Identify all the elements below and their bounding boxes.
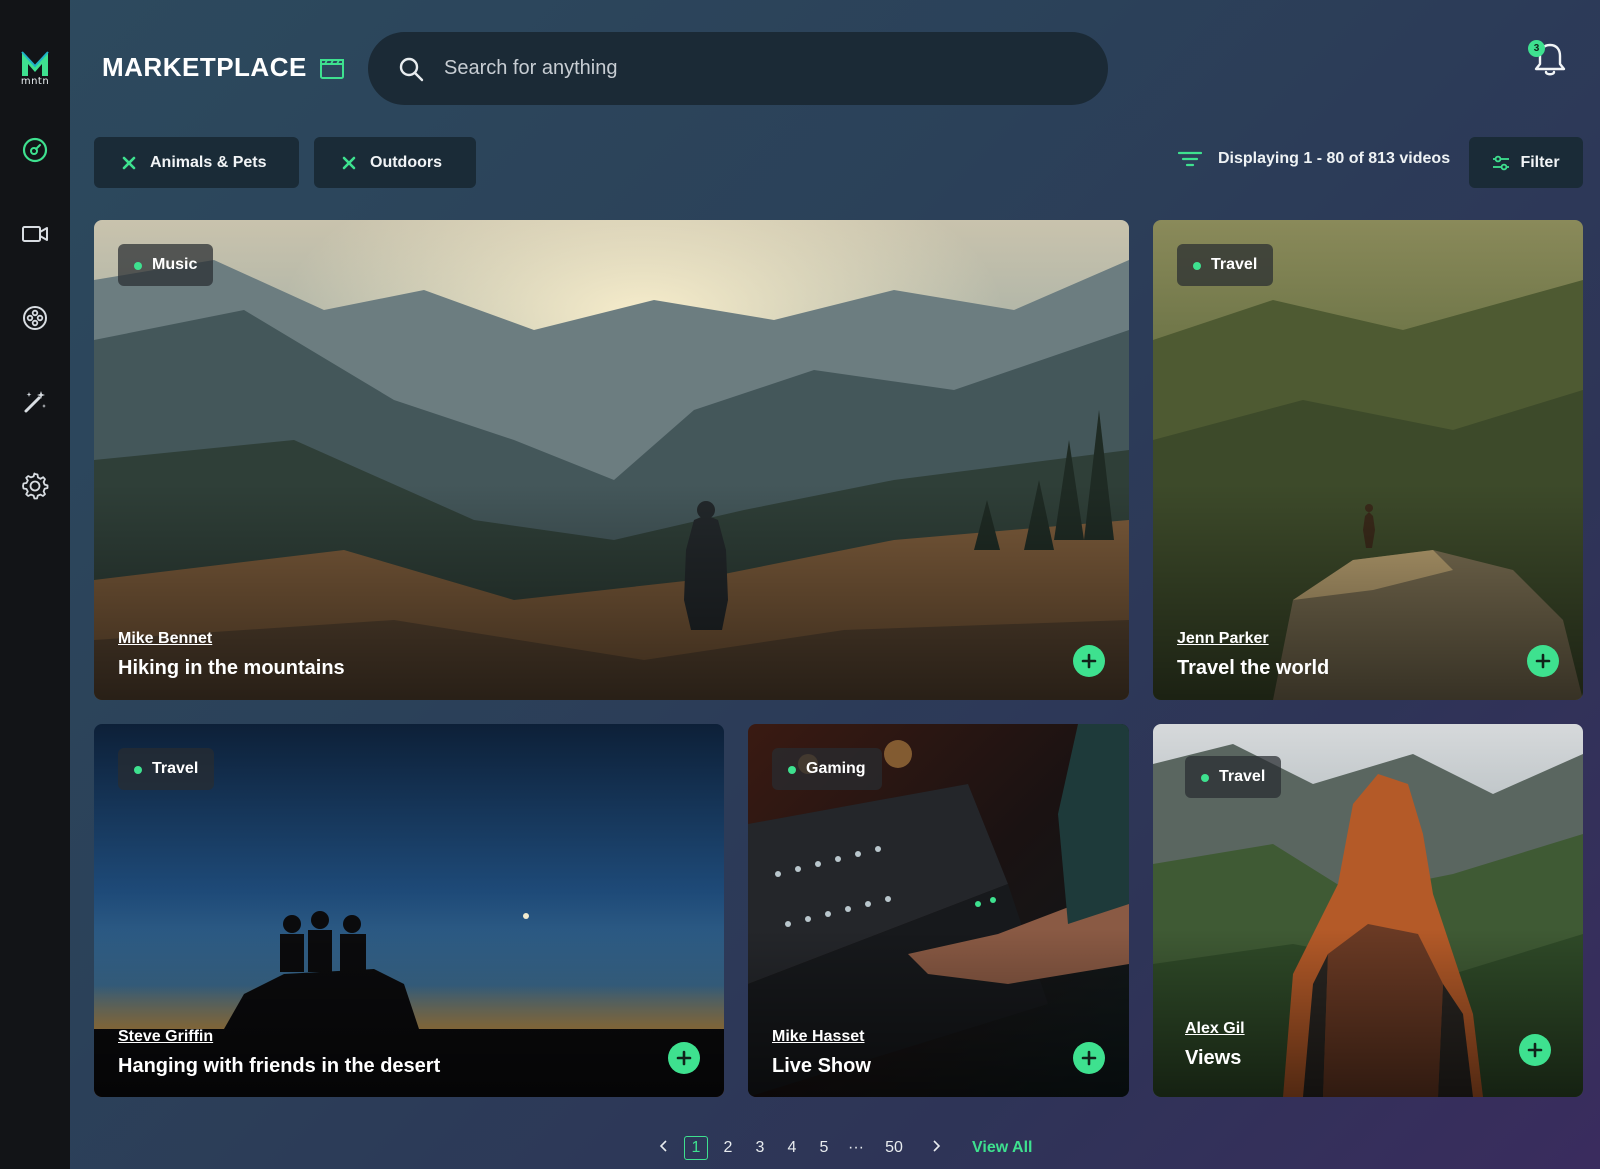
video-card[interactable]: Travel Alex Gil Views xyxy=(1153,724,1583,1097)
chevron-left-icon xyxy=(659,1140,667,1152)
video-card[interactable]: Gaming Mike Hasset Live Show xyxy=(748,724,1129,1097)
page-button-current[interactable]: 1 xyxy=(684,1136,708,1160)
page-button[interactable]: 3 xyxy=(744,1139,776,1157)
page-button[interactable]: 4 xyxy=(776,1139,808,1157)
plus-icon xyxy=(676,1050,692,1066)
results-summary: Displaying 1 - 80 of 813 videos xyxy=(1178,150,1450,168)
filter-button-label: Filter xyxy=(1520,153,1560,171)
sidebar-item-videos[interactable] xyxy=(20,219,50,249)
plus-icon xyxy=(1527,1042,1543,1058)
video-title: Live Show xyxy=(772,1055,871,1077)
magic-wand-icon xyxy=(24,391,46,413)
sidebar-item-dashboard[interactable] xyxy=(20,135,50,165)
author-link[interactable]: Jenn Parker xyxy=(1177,630,1269,648)
author-link[interactable]: Mike Bennet xyxy=(118,630,212,648)
category-tag: Gaming xyxy=(772,748,882,790)
close-icon[interactable] xyxy=(122,156,136,170)
video-card[interactable]: Music Mike Bennet Hiking in the mountain… xyxy=(94,220,1129,700)
filter-chip-label: Animals & Pets xyxy=(150,153,267,171)
page-title: MARKETPLACE xyxy=(102,52,307,82)
view-all-link[interactable]: View All xyxy=(972,1139,1032,1157)
plus-icon xyxy=(1081,653,1097,669)
search-icon xyxy=(399,57,424,81)
card-gradient-overlay xyxy=(1153,929,1583,1097)
next-page-button[interactable] xyxy=(920,1139,952,1157)
gauge-icon xyxy=(22,137,48,163)
video-title: Views xyxy=(1185,1047,1242,1069)
chevron-right-icon xyxy=(933,1140,941,1152)
author-link[interactable]: Steve Griffin xyxy=(118,1028,213,1046)
video-title: Hiking in the mountains xyxy=(118,657,345,679)
search-input[interactable] xyxy=(444,57,1004,80)
add-button[interactable] xyxy=(1073,645,1105,677)
page-button-last[interactable]: 50 xyxy=(872,1139,916,1157)
add-button[interactable] xyxy=(1527,645,1559,677)
add-button[interactable] xyxy=(1519,1034,1551,1066)
category-tag: Travel xyxy=(118,748,215,790)
prev-page-button[interactable] xyxy=(648,1139,680,1157)
video-title: Hanging with friends in the desert xyxy=(118,1055,441,1077)
clapperboard-icon xyxy=(319,58,344,79)
notification-badge: 3 xyxy=(1528,40,1545,57)
author-link[interactable]: Alex Gil xyxy=(1185,1020,1245,1038)
film-reel-icon xyxy=(23,306,47,330)
filter-chip-animals-pets[interactable]: Animals & Pets xyxy=(94,137,299,188)
mntn-logo[interactable]: mntn xyxy=(18,50,52,87)
video-card[interactable]: Travel Jenn Parker Travel the world xyxy=(1153,220,1583,700)
video-title: Travel the world xyxy=(1177,657,1330,679)
mntn-logo-mark xyxy=(21,51,49,76)
search-bar[interactable] xyxy=(368,32,1108,105)
author-link[interactable]: Mike Hasset xyxy=(772,1028,865,1046)
sidebar: mntn xyxy=(0,0,70,1169)
page-ellipsis: ··· xyxy=(848,1139,864,1156)
brand: MARKETPLACE xyxy=(102,52,345,83)
plus-icon xyxy=(1535,653,1551,669)
category-tag: Music xyxy=(118,244,214,286)
sidebar-item-settings[interactable] xyxy=(20,471,50,501)
add-button[interactable] xyxy=(1073,1042,1105,1074)
close-icon[interactable] xyxy=(342,156,356,170)
page-button[interactable]: 2 xyxy=(712,1139,744,1157)
logo-wordmark: mntn xyxy=(20,76,50,87)
filter-chip-outdoors[interactable]: Outdoors xyxy=(314,137,476,188)
filter-button[interactable]: Filter xyxy=(1469,137,1583,188)
sliders-icon xyxy=(1493,155,1510,170)
category-tag: Travel xyxy=(1185,756,1282,798)
gear-icon xyxy=(22,472,49,500)
sidebar-item-reels[interactable] xyxy=(20,303,50,333)
plus-icon xyxy=(1081,1050,1097,1066)
page-button[interactable]: 5 xyxy=(808,1139,840,1157)
results-count-text: Displaying 1 - 80 of 813 videos xyxy=(1218,150,1451,167)
video-camera-icon xyxy=(22,226,48,242)
sort-lines-icon xyxy=(1178,151,1202,167)
filter-chip-label: Outdoors xyxy=(370,153,442,171)
sidebar-item-tools[interactable] xyxy=(20,387,50,417)
video-card[interactable]: Travel Steve Griffin Hanging with friend… xyxy=(94,724,724,1097)
pagination: 1 2 3 4 5 ··· 50 View All xyxy=(648,1136,1032,1160)
category-tag: Travel xyxy=(1177,244,1274,286)
add-button[interactable] xyxy=(668,1042,700,1074)
